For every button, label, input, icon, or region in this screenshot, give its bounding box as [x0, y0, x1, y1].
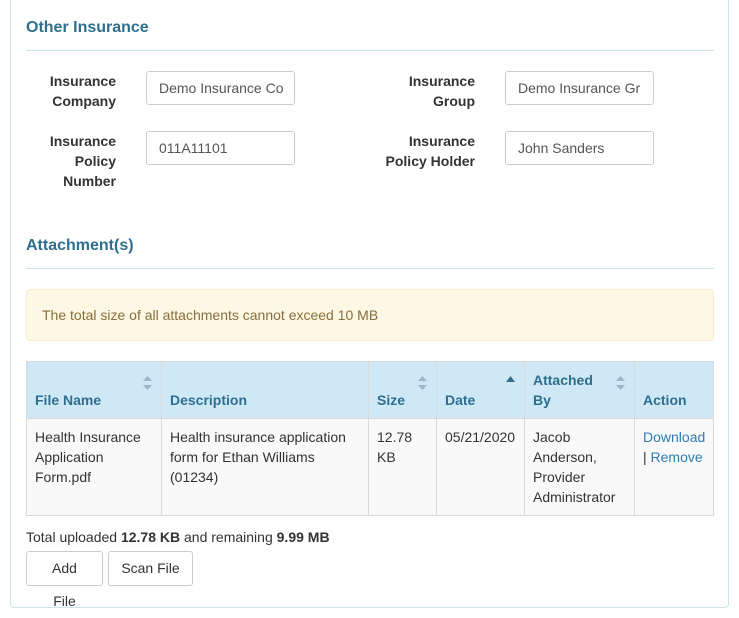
cell-size: 12.78 KB [368, 418, 437, 516]
column-label: Size [377, 392, 406, 408]
attachments-heading: Attachment(s) [26, 237, 134, 254]
column-label: File Name [35, 392, 102, 408]
section-divider [26, 50, 714, 51]
policy-number-input[interactable]: 011A11101 [146, 131, 295, 165]
label-line: Insurance [408, 133, 475, 149]
attachments-table: File Name Description Size Date Attached… [26, 361, 714, 516]
sort-icon [616, 376, 625, 390]
sort-ascending-icon [506, 376, 515, 382]
remaining-size: 9.99 MB [276, 529, 330, 545]
table-row: Health Insurance Application Form.pdf He… [26, 418, 714, 516]
link-separator: | [643, 449, 647, 465]
policy-holder-label: Insurance Policy Holder [370, 131, 475, 171]
summary-middle: and remaining [184, 529, 273, 545]
label-line: Insurance [49, 73, 116, 89]
label-line: Group [433, 93, 475, 109]
column-label: By [533, 392, 551, 408]
upload-summary: Total uploaded 12.78 KB and remaining 9.… [26, 528, 330, 546]
insurance-group-input[interactable]: Demo Insurance Gr [505, 71, 654, 105]
cell-action: Download | Remove [634, 418, 714, 516]
policy-holder-input[interactable]: John Sanders [505, 131, 654, 165]
column-size[interactable]: Size [368, 361, 437, 419]
label-line: Insurance [49, 133, 116, 149]
other-insurance-heading: Other Insurance [26, 19, 149, 36]
uploaded-size: 12.78 KB [120, 529, 181, 545]
label-line: Insurance [408, 73, 475, 89]
attachment-size-alert: The total size of all attachments cannot… [26, 289, 714, 341]
section-divider [26, 268, 714, 269]
label-line: Policy Holder [385, 153, 475, 169]
scan-file-button[interactable]: Scan File [108, 551, 193, 586]
cell-file-name: Health Insurance Application Form.pdf [26, 418, 162, 516]
cell-attached-by: Jacob Anderson, Provider Administrator [524, 418, 635, 516]
column-label: Action [643, 392, 687, 408]
label-line: Company [52, 93, 116, 109]
cell-date: 05/21/2020 [436, 418, 525, 516]
sort-icon [418, 376, 427, 390]
cell-description: Health insurance application form for Et… [161, 418, 369, 516]
summary-prefix: Total uploaded [26, 529, 118, 545]
column-label: Description [170, 392, 248, 408]
column-label: Attached [533, 372, 593, 388]
column-label: Date [445, 392, 476, 408]
policy-number-label: Insurance Policy Number [30, 131, 116, 191]
table-header-row: File Name Description Size Date Attached… [26, 361, 714, 419]
column-description: Description [161, 361, 369, 419]
add-file-button[interactable]: Add File [26, 551, 103, 609]
insurance-group-label: Insurance Group [380, 71, 475, 111]
column-file-name[interactable]: File Name [26, 361, 162, 419]
remove-link[interactable]: Remove [651, 449, 703, 465]
column-attached-by[interactable]: Attached By [524, 361, 635, 419]
download-link[interactable]: Download [643, 429, 705, 445]
column-action: Action [634, 361, 714, 419]
column-date[interactable]: Date [436, 361, 525, 419]
label-line: Policy [74, 153, 116, 169]
label-line: Number [63, 173, 116, 189]
insurance-company-label: Insurance Company [30, 71, 116, 111]
sort-icon [143, 376, 152, 390]
insurance-company-input[interactable]: Demo Insurance Co [146, 71, 295, 105]
